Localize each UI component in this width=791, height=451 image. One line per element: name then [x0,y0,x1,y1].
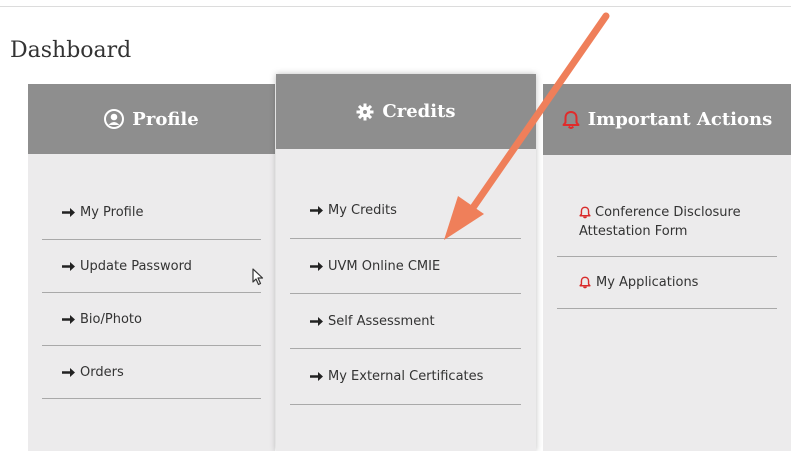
item-label: Update Password [80,258,192,274]
credits-item-uvm-online-cmie[interactable]: UVM Online CMIE [290,239,521,294]
gear-icon [356,103,374,121]
arrow-right-icon [310,261,323,272]
credits-item-my-external-certificates[interactable]: My External Certificates [290,349,521,405]
actions-item-conference-disclosure[interactable]: Conference Disclosure Attestation Form [557,203,777,257]
bell-icon [562,110,580,130]
actions-card-title: Important Actions [587,109,773,130]
profile-list: My Profile Update Password Bio/Photo Ord… [42,186,261,399]
top-divider [0,6,791,7]
bell-icon [579,206,591,219]
profile-item-bio-photo[interactable]: Bio/Photo [42,293,261,346]
item-label: Orders [80,364,124,380]
item-label: My External Certificates [328,369,484,384]
arrow-right-icon [310,205,323,216]
credits-item-my-credits[interactable]: My Credits [290,183,521,239]
profile-card-title: Profile [132,108,199,130]
item-label: Conference Disclosure Attestation Form [579,205,741,239]
page-title: Dashboard [10,38,132,63]
credits-list: My Credits UVM Online CMIE Self Assessme… [290,183,521,405]
arrow-right-icon [62,314,75,325]
profile-card: Profile My Profile Update Password Bio/P… [28,84,275,451]
bell-icon [579,276,591,289]
item-label: UVM Online CMIE [328,258,441,274]
item-label: My Credits [328,203,397,218]
credits-item-self-assessment[interactable]: Self Assessment [290,294,521,349]
actions-list: Conference Disclosure Attestation Form M… [557,203,777,309]
credits-card: Credits My Credits UVM Online CMIE Self … [276,74,536,451]
actions-card: Important Actions Conference Disclosure … [543,84,791,451]
arrow-right-icon [310,316,323,327]
actions-item-my-applications[interactable]: My Applications [557,257,777,309]
arrow-right-icon [62,367,75,378]
arrow-right-icon [62,261,75,272]
actions-card-header: Important Actions [543,84,791,155]
item-label: Self Assessment [328,313,435,329]
item-label: My Applications [596,275,699,290]
arrow-right-icon [62,207,75,218]
profile-item-my-profile[interactable]: My Profile [42,186,261,240]
credits-card-header: Credits [276,74,536,149]
credits-card-title: Credits [382,101,456,122]
profile-item-orders[interactable]: Orders [42,346,261,399]
mouse-cursor-icon [252,268,264,290]
profile-item-update-password[interactable]: Update Password [42,240,261,293]
user-circle-icon [104,109,125,129]
arrow-right-icon [310,371,323,382]
item-label: Bio/Photo [80,311,142,327]
item-label: My Profile [80,205,144,220]
profile-card-header: Profile [28,84,275,154]
